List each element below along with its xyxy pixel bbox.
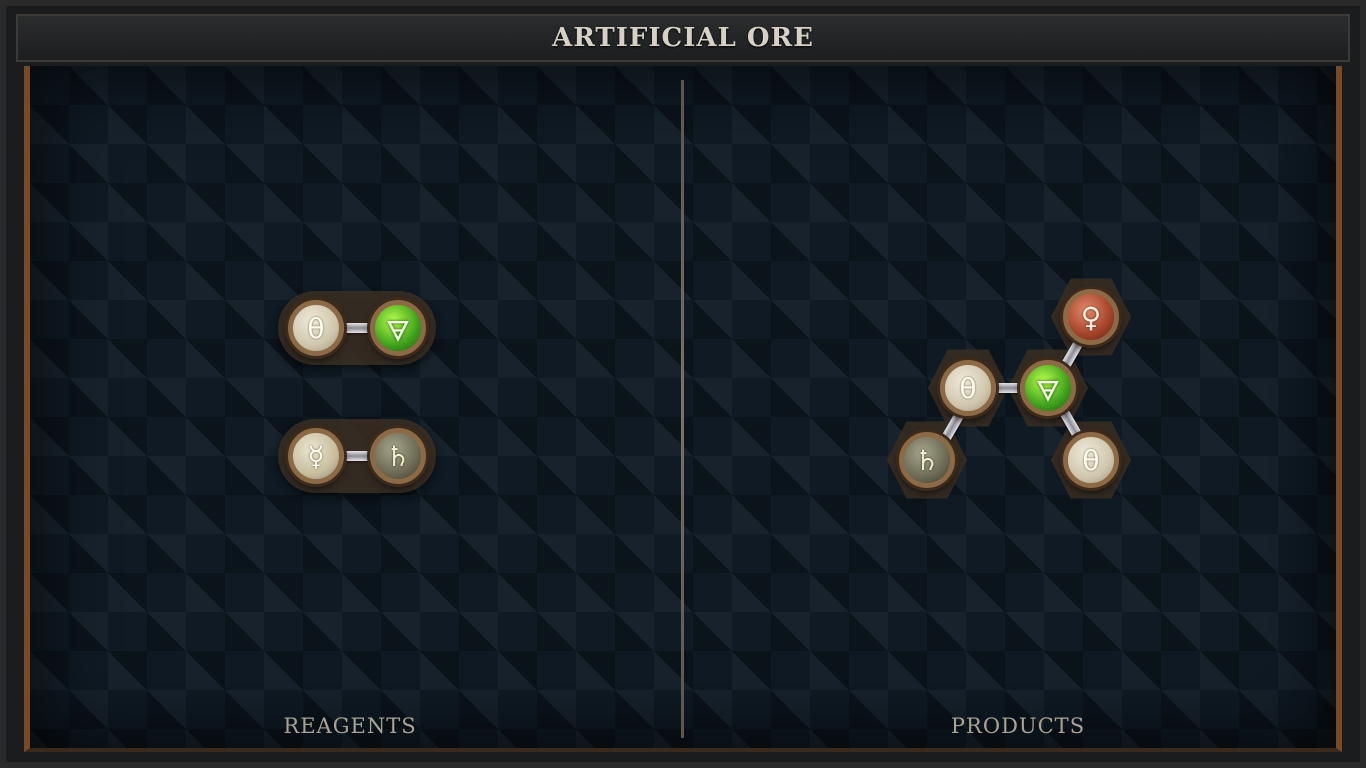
product-atom-earth[interactable]: 🜃	[1020, 360, 1076, 416]
product-atom-copper[interactable]: ♀	[1063, 289, 1119, 345]
reagents-label: REAGENTS	[283, 714, 417, 738]
puzzle-title: ARTIFICIAL ORE	[552, 23, 814, 53]
reagent-1-atom-salt[interactable]: θ	[288, 300, 344, 356]
title-bar: ARTIFICIAL ORE	[16, 14, 1350, 62]
reagent-1-atom-earth[interactable]: 🜃	[370, 300, 426, 356]
reagent-2-atom-quicksilver[interactable]: ☿	[288, 428, 344, 484]
panel-divider	[681, 80, 684, 738]
product-atom-salt[interactable]: θ	[1063, 432, 1119, 488]
products-label: PRODUCTS	[950, 714, 1086, 738]
product-atom-salt[interactable]: θ	[940, 360, 996, 416]
reagent-2-atom-lead[interactable]: ♄	[370, 428, 426, 484]
product-atom-lead[interactable]: ♄	[899, 432, 955, 488]
